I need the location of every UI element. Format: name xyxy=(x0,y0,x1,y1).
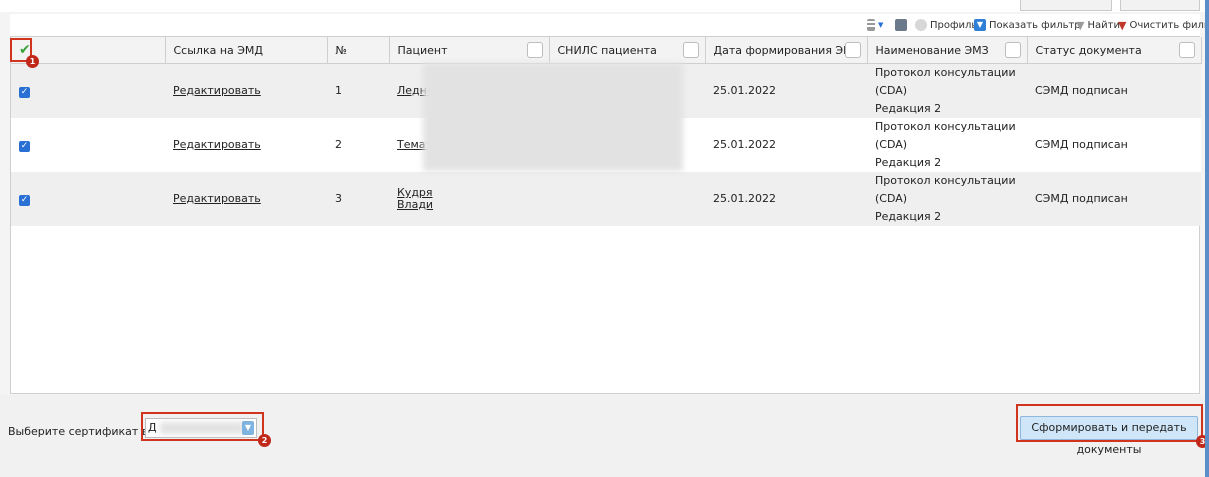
date-cell: 25.01.2022 xyxy=(705,63,867,118)
top-strip xyxy=(0,0,1205,12)
column-filter-checkbox[interactable] xyxy=(1178,42,1195,58)
clear-filter-icon: ▼ xyxy=(1118,18,1127,32)
column-header-snils[interactable]: СНИЛС пациента xyxy=(549,37,706,64)
row-checkbox-cell[interactable]: ✓ xyxy=(11,63,165,118)
annotation-badge-1: 1 xyxy=(26,55,39,68)
window-right-border xyxy=(1205,0,1209,477)
link-cell: Редактировать xyxy=(165,172,327,226)
snils-cell xyxy=(549,172,705,226)
app-window: ▼ Профиль ▼ Показать фильтр ▼ Найти ▼ Оч… xyxy=(0,0,1209,477)
column-header-snils-label: СНИЛС пациента xyxy=(557,43,657,57)
name-cell: Протокол консультации (CDA) Редакция 2 xyxy=(867,63,1027,118)
patient-cell: Кудря Влади xyxy=(389,172,549,226)
name-cell: Протокол консультации (CDA) Редакция 2 xyxy=(867,118,1027,172)
column-filter-checkbox[interactable] xyxy=(844,42,861,58)
column-header-patient-label: Пациент xyxy=(397,43,448,57)
top-tab-2[interactable] xyxy=(1120,0,1200,11)
redacted-patient-data xyxy=(423,63,683,171)
column-filter-checkbox[interactable] xyxy=(682,42,699,58)
columns-icon xyxy=(867,19,875,31)
dropdown-arrow-icon: ▼ xyxy=(878,21,884,29)
top-tab-1[interactable] xyxy=(1020,0,1112,11)
profile-button[interactable]: Профиль xyxy=(915,18,977,32)
num-cell: 1 xyxy=(327,63,389,118)
annotation-box-certificate xyxy=(141,412,264,441)
column-filter-checkbox[interactable] xyxy=(526,42,543,58)
annotation-badge-2: 2 xyxy=(258,434,271,447)
column-filter-checkbox[interactable] xyxy=(1004,42,1021,58)
num-cell: 2 xyxy=(327,118,389,172)
num-cell: 3 xyxy=(327,172,389,226)
row-checkbox-cell[interactable]: ✓ xyxy=(11,118,165,172)
date-cell: 25.01.2022 xyxy=(705,118,867,172)
column-header-date-label: Дата формирования ЭМД xyxy=(713,43,862,57)
columns-menu-button[interactable]: ▼ xyxy=(867,18,883,32)
profile-icon xyxy=(915,19,927,31)
column-header-status[interactable]: Статус документа xyxy=(1027,37,1202,64)
column-header-link[interactable]: Ссылка на ЭМД xyxy=(165,37,328,64)
column-header-num-label: № xyxy=(335,43,347,57)
annotation-box-submit xyxy=(1016,404,1203,442)
table-header-row: ✔ Ссылка на ЭМД № Пациент СНИЛС пациента… xyxy=(11,37,1202,64)
profile-label: Профиль xyxy=(930,19,978,31)
date-cell: 25.01.2022 xyxy=(705,172,867,226)
column-header-link-label: Ссылка на ЭМД xyxy=(173,43,264,57)
edit-link[interactable]: Редактировать xyxy=(173,192,261,205)
printer-icon xyxy=(895,19,907,31)
name-line-2: Редакция 2 xyxy=(875,102,942,115)
edit-link[interactable]: Редактировать xyxy=(173,84,261,97)
row-checkbox-cell[interactable]: ✓ xyxy=(11,172,165,226)
edit-link[interactable]: Редактировать xyxy=(173,138,261,151)
clear-filter-label: Очистить фильтр xyxy=(1129,19,1209,31)
status-cell: СЭМД подписан xyxy=(1027,172,1201,226)
name-line-2: Редакция 2 xyxy=(875,156,942,169)
link-cell: Редактировать xyxy=(165,118,327,172)
name-line-2: Редакция 2 xyxy=(875,210,942,223)
status-cell: СЭМД подписан xyxy=(1027,63,1201,118)
row-checkbox[interactable]: ✓ xyxy=(19,87,30,98)
row-checkbox[interactable]: ✓ xyxy=(19,141,30,152)
find-label: Найти xyxy=(1087,19,1120,31)
column-header-patient[interactable]: Пациент xyxy=(389,37,550,64)
funnel-icon: ▼ xyxy=(1076,18,1085,32)
column-header-name-label: Наименование ЭМЗ xyxy=(875,43,989,57)
clear-filter-button[interactable]: ▼ Очистить фильтр xyxy=(1118,18,1209,32)
link-cell: Редактировать xyxy=(165,63,327,118)
name-line-1: Протокол консультации (CDA) xyxy=(875,174,1016,205)
find-button[interactable]: ▼ Найти xyxy=(1076,18,1120,32)
column-header-name[interactable]: Наименование ЭМЗ xyxy=(867,37,1028,64)
table-row[interactable]: ✓ Редактировать 3 Кудря Влади 25.01.2022 … xyxy=(11,172,1201,226)
column-header-date[interactable]: Дата формирования ЭМД xyxy=(705,37,868,64)
grid-toolbar: ▼ Профиль ▼ Показать фильтр ▼ Найти ▼ Оч… xyxy=(10,14,1209,36)
patient-link-line-2[interactable]: Влади xyxy=(397,198,433,211)
name-cell: Протокол консультации (CDA) Редакция 2 xyxy=(867,172,1027,226)
name-line-1: Протокол консультации (CDA) xyxy=(875,120,1016,151)
emd-grid: ✔ Ссылка на ЭМД № Пациент СНИЛС пациента… xyxy=(10,36,1202,394)
row-checkbox[interactable]: ✓ xyxy=(19,195,30,206)
print-button[interactable] xyxy=(895,18,907,32)
show-filter-button[interactable]: ▼ Показать фильтр xyxy=(974,18,1081,32)
column-header-num[interactable]: № xyxy=(327,37,390,64)
show-filter-label: Показать фильтр xyxy=(989,19,1081,31)
column-header-status-label: Статус документа xyxy=(1035,43,1142,57)
name-line-1: Протокол консультации (CDA) xyxy=(875,66,1016,97)
status-cell: СЭМД подписан xyxy=(1027,118,1201,172)
filter-down-icon: ▼ xyxy=(974,19,986,31)
